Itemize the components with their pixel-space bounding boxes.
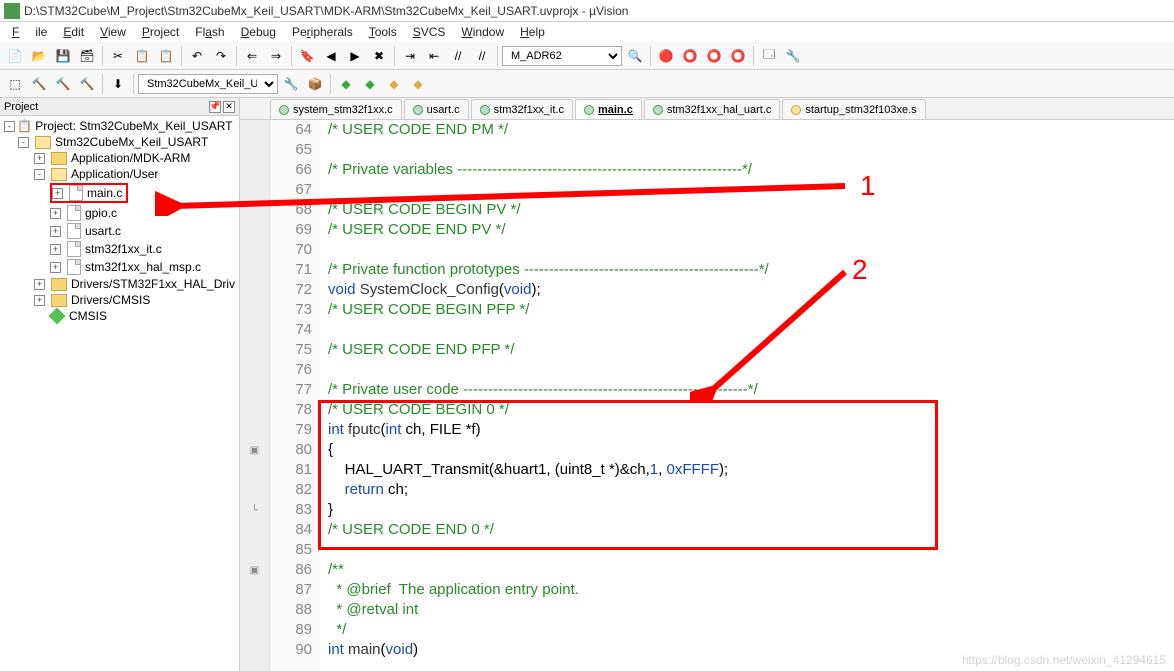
uncomment-button[interactable]: // [471,45,493,67]
project-tree[interactable]: -📋 Project: Stm32CubeMx_Keil_USART -Stm3… [0,116,239,326]
options-button[interactable]: 🔧 [280,73,302,95]
batch-build-button[interactable]: 🔨 [76,73,98,95]
tree-group-cmsis[interactable]: CMSIS [0,308,239,324]
menu-debug[interactable]: Debug [233,23,284,41]
bookmark-button[interactable]: 🔖 [296,45,318,67]
project-panel-title: Project [4,101,38,113]
editor-tabbar: system_stm32f1xx.cusart.cstm32f1xx_it.cm… [240,98,1174,120]
redo-button[interactable]: ↷ [210,45,232,67]
project-panel: Project 📌 ✕ -📋 Project: Stm32CubeMx_Keil… [0,98,240,671]
find-combo[interactable]: M_ADR62 [502,46,622,66]
tab-stm32f1xx_hal_uart-c[interactable]: stm32f1xx_hal_uart.c [644,99,781,119]
cut-button[interactable]: ✂ [107,45,129,67]
rebuild-button[interactable]: 🔨 [52,73,74,95]
window-title: D:\STM32Cube\M_Project\Stm32CubeMx_Keil_… [24,4,628,18]
build-button[interactable]: 🔨 [28,73,50,95]
comment-button[interactable]: // [447,45,469,67]
rte-button[interactable]: ◆ [335,73,357,95]
code-editor[interactable]: ▣└▣ 646566676869707172737475767778798081… [240,120,1174,671]
app-icon [4,3,20,19]
copy-button[interactable]: 📋 [131,45,153,67]
tree-file-main[interactable]: +main.c [0,182,239,204]
editor-area: system_stm32f1xx.cusart.cstm32f1xx_it.cm… [240,98,1174,671]
tree-group-cmsisDrivers[interactable]: +Drivers/CMSIS [0,292,239,308]
nav-fwd-button[interactable]: ⇒ [265,45,287,67]
tab-usart-c[interactable]: usart.c [404,99,469,119]
debug-start-button[interactable]: 🔴 [655,45,677,67]
menu-tools[interactable]: Tools [361,23,405,41]
menu-edit[interactable]: Edit [55,23,92,41]
breakpoint-enable-button[interactable]: ⭕ [703,45,725,67]
project-panel-header: Project 📌 ✕ [0,98,239,116]
line-gutter: 6465666768697071727374757677787980818283… [270,120,320,671]
window-button[interactable]: 🗔 [758,45,780,67]
menu-project[interactable]: Project [134,23,187,41]
toolbar-build: ⬚ 🔨 🔨 🔨 ⬇ Stm32CubeMx_Keil_USAR 🔧 📦 ◆ ◆ … [0,70,1174,98]
save-all-button[interactable]: 🗃 [76,45,98,67]
tree-target[interactable]: -Stm32CubeMx_Keil_USART [0,134,239,150]
indent-button[interactable]: ⇥ [399,45,421,67]
tab-system_stm32f1xx-c[interactable]: system_stm32f1xx.c [270,99,402,119]
menubar: File Edit View Project Flash Debug Perip… [0,22,1174,42]
menu-help[interactable]: Help [512,23,553,41]
bookmark-prev-button[interactable]: ◀ [320,45,342,67]
nav-back-button[interactable]: ⇐ [241,45,263,67]
toolbar-main: 📄 📂 💾 🗃 ✂ 📋 📋 ↶ ↷ ⇐ ⇒ 🔖 ◀ ▶ ✖ ⇥ ⇤ // // … [0,42,1174,70]
open-button[interactable]: 📂 [28,45,50,67]
breakpoint-toggle-button[interactable]: ⭕ [679,45,701,67]
paste-button[interactable]: 📋 [155,45,177,67]
manage-button[interactable]: 📦 [304,73,326,95]
undo-button[interactable]: ↶ [186,45,208,67]
bookmark-next-button[interactable]: ▶ [344,45,366,67]
watermark: https://blog.csdn.net/weixin_41294615 [962,653,1166,667]
tree-file-msp[interactable]: +stm32f1xx_hal_msp.c [0,258,239,276]
tree-file-usart[interactable]: +usart.c [0,222,239,240]
breakpoint-kill-button[interactable]: ⭕ [727,45,749,67]
menu-svcs[interactable]: SVCS [405,23,454,41]
find-button[interactable]: 🔍 [624,45,646,67]
tree-group-halDrivers[interactable]: +Drivers/STM32F1xx_HAL_Driv [0,276,239,292]
panel-pushpin-icon[interactable]: 📌 [209,101,221,113]
translate-button[interactable]: ⬚ [4,73,26,95]
new-file-button[interactable]: 📄 [4,45,26,67]
tab-stm32f1xx_it-c[interactable]: stm32f1xx_it.c [471,99,573,119]
menu-flash[interactable]: Flash [187,23,232,41]
tab-main-c[interactable]: main.c [575,99,642,119]
books-button[interactable]: ◆ [383,73,405,95]
fold-gutter[interactable]: ▣└▣ [240,120,270,671]
menu-window[interactable]: Window [453,23,512,41]
code-body[interactable]: /* USER CODE END PM */ /* Private variab… [320,120,1174,671]
tab-startup_stm32f103xe-s[interactable]: startup_stm32f103xe.s [782,99,925,119]
config-button[interactable]: 🔧 [782,45,804,67]
save-button[interactable]: 💾 [52,45,74,67]
target-combo[interactable]: Stm32CubeMx_Keil_USAR [138,74,278,94]
outdent-button[interactable]: ⇤ [423,45,445,67]
misc-button[interactable]: ◆ [407,73,429,95]
tree-group-mdk[interactable]: +Application/MDK-ARM [0,150,239,166]
panel-close-icon[interactable]: ✕ [223,101,235,113]
tree-group-user[interactable]: -Application/User [0,166,239,182]
tree-file-gpio[interactable]: +gpio.c [0,204,239,222]
menu-file[interactable]: File [4,23,55,41]
titlebar: D:\STM32Cube\M_Project\Stm32CubeMx_Keil_… [0,0,1174,22]
tree-root[interactable]: -📋 Project: Stm32CubeMx_Keil_USART [0,118,239,134]
menu-peripherals[interactable]: Peripherals [284,23,361,41]
menu-view[interactable]: View [92,23,134,41]
bookmark-clear-button[interactable]: ✖ [368,45,390,67]
download-button[interactable]: ⬇ [107,73,129,95]
workspace: Project 📌 ✕ -📋 Project: Stm32CubeMx_Keil… [0,98,1174,671]
tree-file-it[interactable]: +stm32f1xx_it.c [0,240,239,258]
pack-button[interactable]: ◆ [359,73,381,95]
